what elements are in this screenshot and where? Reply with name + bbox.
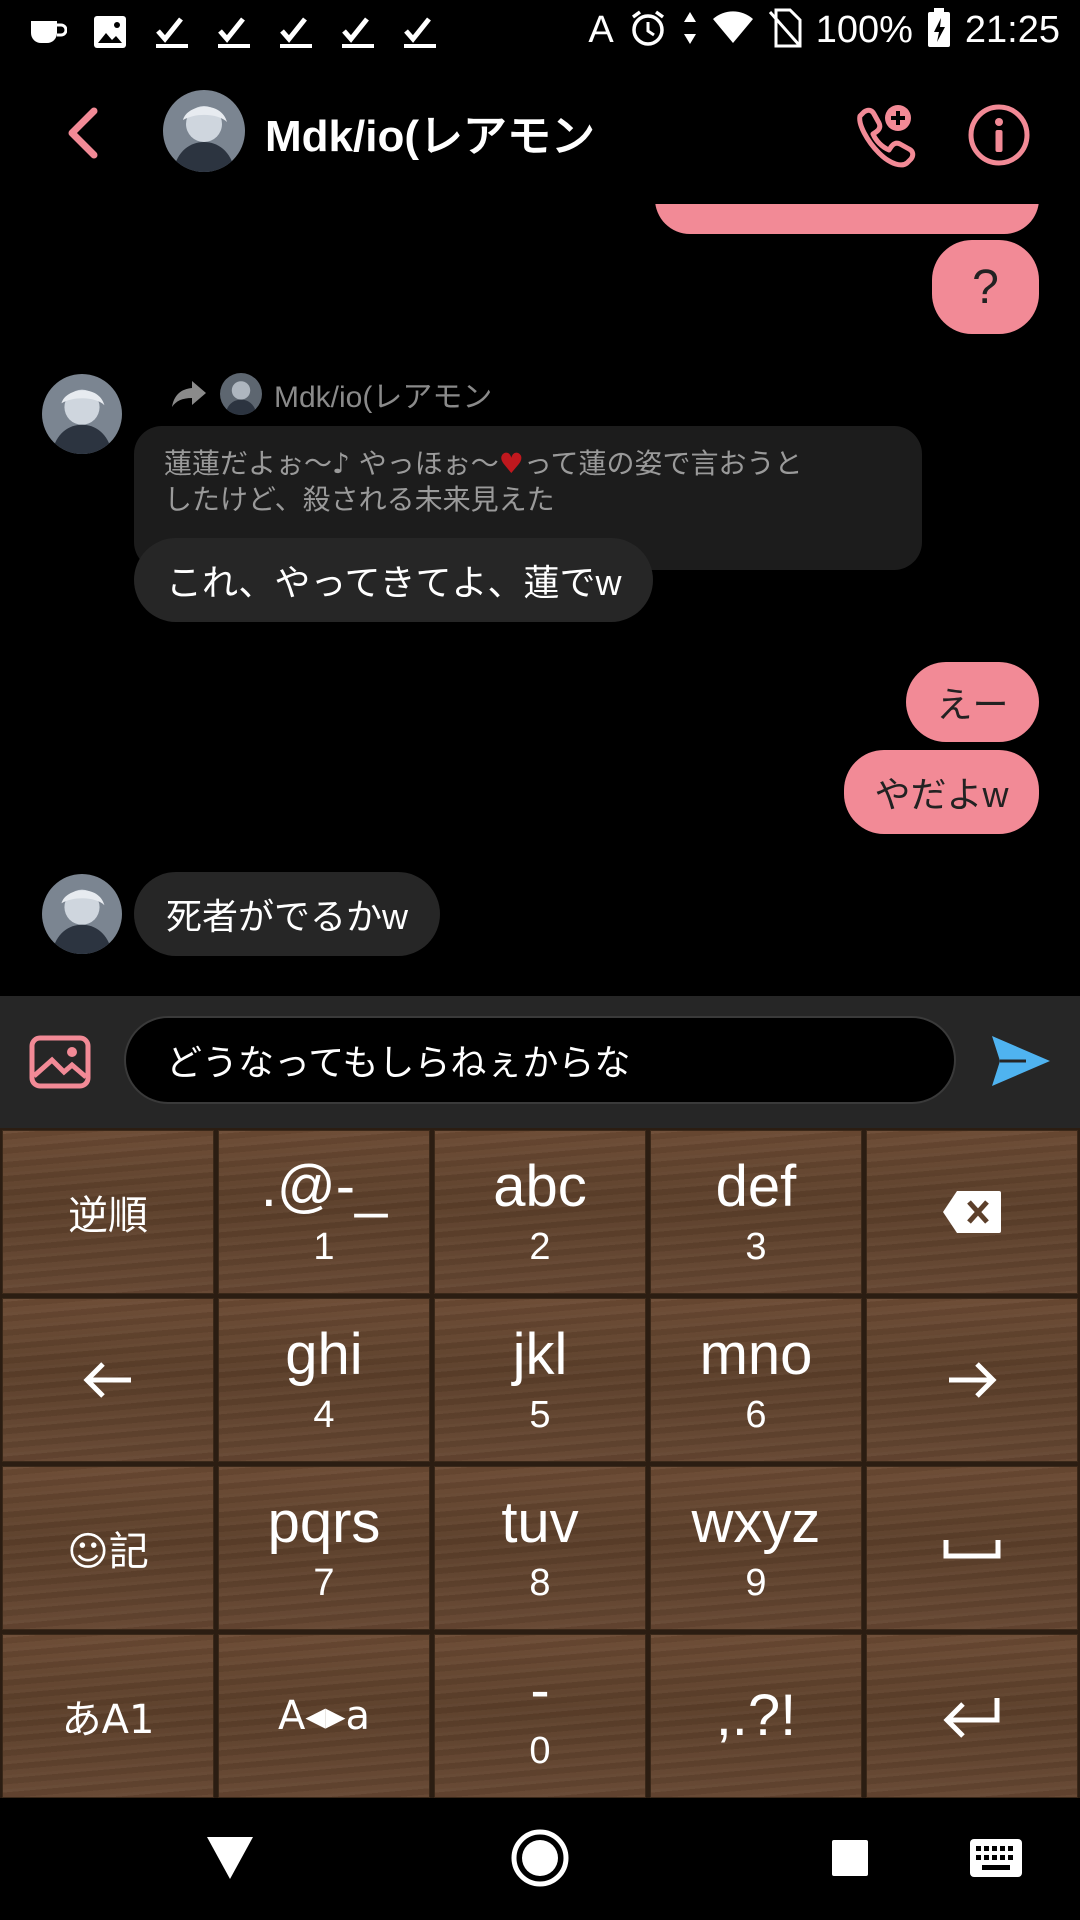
key-5[interactable]: jkl 5 bbox=[434, 1298, 646, 1462]
outgoing-message[interactable]: ? bbox=[932, 240, 1039, 334]
clock: 21:25 bbox=[964, 8, 1060, 51]
arrow-left-icon bbox=[83, 1362, 131, 1398]
contact-avatar[interactable] bbox=[163, 90, 245, 172]
key-8[interactable]: tuv 8 bbox=[434, 1466, 646, 1630]
key-cursor-right[interactable] bbox=[866, 1298, 1078, 1462]
home-circle-icon bbox=[511, 1829, 569, 1887]
enter-icon bbox=[943, 1698, 1000, 1738]
check-icon bbox=[398, 10, 442, 54]
key-emoji-symbols[interactable]: ☺記 bbox=[2, 1466, 214, 1630]
battery-charging-icon bbox=[927, 8, 951, 52]
no-sim-icon bbox=[768, 8, 802, 52]
forwarded-avatar bbox=[220, 373, 262, 415]
recents-square-icon bbox=[832, 1840, 868, 1876]
alarm-icon bbox=[628, 8, 668, 52]
forwarded-sender-name: Mdk/io(レアモン bbox=[274, 381, 493, 414]
nav-home-button[interactable] bbox=[510, 1828, 570, 1888]
image-icon bbox=[88, 10, 132, 54]
message-input[interactable]: どうなってもしらねぇからな bbox=[124, 1016, 956, 1104]
sender-avatar[interactable] bbox=[42, 874, 122, 954]
message-composer: どうなってもしらねぇからな bbox=[0, 996, 1080, 1128]
nav-back-button[interactable] bbox=[200, 1828, 260, 1888]
check-icon bbox=[274, 10, 318, 54]
battery-percent: 100% bbox=[815, 8, 913, 51]
chat-header: Mdk/io(レアモン bbox=[0, 64, 1080, 204]
check-icon bbox=[336, 10, 380, 54]
image-icon bbox=[29, 1035, 91, 1089]
check-icon bbox=[212, 10, 256, 54]
heart-icon: ♥ bbox=[498, 447, 524, 480]
nav-recents-button[interactable] bbox=[820, 1828, 880, 1888]
key-enter[interactable] bbox=[866, 1634, 1078, 1798]
phone-add-icon bbox=[857, 105, 916, 168]
keyboard-switch-button[interactable] bbox=[966, 1828, 1026, 1888]
quoted-line-1: 蓮蓮だよぉ～♪ やっほぉ～♥って蓮の姿で言おうと bbox=[164, 447, 803, 480]
gallery-button[interactable] bbox=[28, 1034, 92, 1090]
back-triangle-icon bbox=[207, 1837, 253, 1879]
keyboard-icon bbox=[970, 1839, 1022, 1877]
key-9[interactable]: wxyz 9 bbox=[650, 1466, 862, 1630]
input-mode-indicator: A bbox=[588, 8, 614, 51]
key-3[interactable]: def 3 bbox=[650, 1130, 862, 1294]
info-button[interactable] bbox=[966, 102, 1032, 168]
message-list[interactable]: ? Mdk/io(レアモン 蓮蓮だよぉ～♪ やっほぉ～♥って蓮の姿で言おうと し… bbox=[0, 204, 1080, 996]
forwarded-header: Mdk/io(レアモン bbox=[170, 372, 492, 416]
quoted-line-2: したけど、殺される未来見えた bbox=[164, 483, 555, 516]
coffee-icon bbox=[26, 10, 70, 54]
key-6[interactable]: mno 6 bbox=[650, 1298, 862, 1462]
arrow-right-icon bbox=[949, 1362, 997, 1398]
sender-avatar[interactable] bbox=[42, 374, 122, 454]
data-arrows-icon bbox=[682, 8, 698, 52]
system-nav-bar bbox=[0, 1798, 1080, 1920]
key-space[interactable] bbox=[866, 1466, 1078, 1630]
key-backspace[interactable] bbox=[866, 1130, 1078, 1294]
incoming-message[interactable]: 死者がでるかw bbox=[134, 872, 440, 956]
key-0[interactable]: -0 bbox=[434, 1634, 646, 1798]
key-7[interactable]: pqrs 7 bbox=[218, 1466, 430, 1630]
forward-icon bbox=[172, 381, 206, 407]
flick-keyboard: 逆順 .@-_ 1 abc 2 def 3 ghi 4 jkl 5 mno 6 ☺記 pqr… bbox=[0, 1128, 1080, 1798]
status-bar: A 100% 21:25 bbox=[0, 0, 1080, 64]
system-status: A 100% 21:25 bbox=[588, 8, 1060, 52]
key-punctuation[interactable]: ,.?! bbox=[650, 1634, 862, 1798]
notification-icons bbox=[26, 10, 442, 54]
wifi-icon bbox=[712, 11, 754, 49]
outgoing-message-partial[interactable] bbox=[655, 204, 1039, 234]
key-4[interactable]: ghi 4 bbox=[218, 1298, 430, 1462]
key-cursor-left[interactable] bbox=[2, 1298, 214, 1462]
back-button[interactable] bbox=[52, 98, 112, 168]
key-case-toggle[interactable]: A◂▸a bbox=[218, 1634, 430, 1798]
key-2[interactable]: abc 2 bbox=[434, 1130, 646, 1294]
key-input-mode[interactable]: あA1 bbox=[2, 1634, 214, 1798]
space-icon bbox=[943, 1540, 1001, 1559]
send-button[interactable] bbox=[988, 1028, 1054, 1094]
key-1[interactable]: .@-_ 1 bbox=[218, 1130, 430, 1294]
send-icon bbox=[992, 1036, 1050, 1086]
check-icon bbox=[150, 10, 194, 54]
incoming-message[interactable]: これ、やってきてよ、蓮でw bbox=[134, 538, 654, 622]
contact-name[interactable]: Mdk/io(レアモン bbox=[265, 100, 595, 164]
key-reverse[interactable]: 逆順 bbox=[2, 1130, 214, 1294]
outgoing-message[interactable]: やだよw bbox=[844, 750, 1039, 834]
backspace-icon bbox=[943, 1191, 1001, 1233]
add-call-button[interactable] bbox=[850, 102, 916, 168]
info-icon bbox=[968, 104, 1030, 166]
chevron-left-icon bbox=[68, 107, 98, 159]
outgoing-message[interactable]: えー bbox=[906, 662, 1039, 742]
